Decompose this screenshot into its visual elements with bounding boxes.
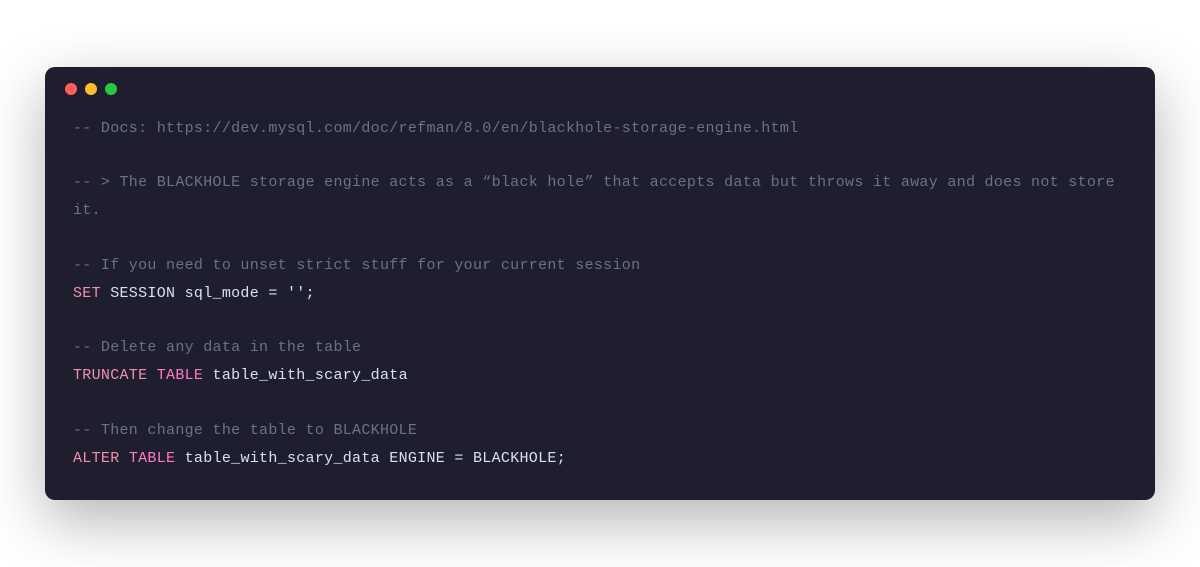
code-blank-line xyxy=(73,225,1127,252)
code-comment: -- If you need to unset strict stuff for… xyxy=(73,257,640,274)
code-keyword: ALTER xyxy=(73,450,120,467)
maximize-icon[interactable] xyxy=(105,83,117,95)
code-text: BLACKHOLE; xyxy=(464,450,566,467)
code-comment: -- Then change the table to BLACKHOLE xyxy=(73,422,417,439)
window-titlebar xyxy=(45,67,1155,103)
code-keyword: TRUNCATE xyxy=(73,367,147,384)
code-line-3: -- If you need to unset strict stuff for… xyxy=(73,252,1127,280)
code-keyword: SET xyxy=(73,285,101,302)
code-operator: = xyxy=(268,285,277,302)
code-comment: -- > The BLACKHOLE storage engine acts a… xyxy=(73,174,1124,219)
code-line-8: ALTER TABLE table_with_scary_data ENGINE… xyxy=(73,445,1127,473)
code-text xyxy=(278,285,287,302)
code-keyword: TABLE xyxy=(120,450,176,467)
code-operator: = xyxy=(454,450,463,467)
code-line-4: SET SESSION sql_mode = ''; xyxy=(73,280,1127,308)
code-comment: -- Docs: https://dev.mysql.com/doc/refma… xyxy=(73,120,799,137)
code-text: SESSION sql_mode xyxy=(101,285,268,302)
close-icon[interactable] xyxy=(65,83,77,95)
code-keyword: TABLE xyxy=(147,367,203,384)
minimize-icon[interactable] xyxy=(85,83,97,95)
code-line-6: TRUNCATE TABLE table_with_scary_data xyxy=(73,362,1127,390)
code-blank-line xyxy=(73,390,1127,417)
code-line-1: -- Docs: https://dev.mysql.com/doc/refma… xyxy=(73,115,1127,143)
code-string: '' xyxy=(287,285,306,302)
code-blank-line xyxy=(73,142,1127,169)
code-editor[interactable]: -- Docs: https://dev.mysql.com/doc/refma… xyxy=(45,103,1155,501)
code-window: -- Docs: https://dev.mysql.com/doc/refma… xyxy=(45,67,1155,501)
code-text: table_with_scary_data ENGINE xyxy=(175,450,454,467)
code-text: ; xyxy=(306,285,315,302)
code-comment: -- Delete any data in the table xyxy=(73,339,361,356)
code-line-7: -- Then change the table to BLACKHOLE xyxy=(73,417,1127,445)
code-text: table_with_scary_data xyxy=(203,367,408,384)
code-blank-line xyxy=(73,307,1127,334)
code-line-5: -- Delete any data in the table xyxy=(73,334,1127,362)
code-line-2: -- > The BLACKHOLE storage engine acts a… xyxy=(73,169,1127,225)
